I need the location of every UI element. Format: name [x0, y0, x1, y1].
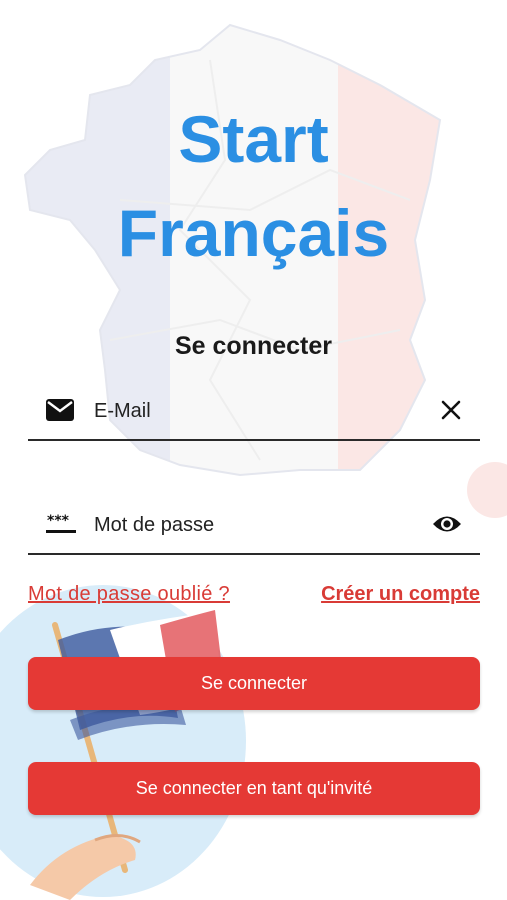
login-button[interactable]: Se connecter [28, 657, 480, 710]
flag-illustration [30, 610, 225, 900]
page-title: Se connecter [174, 332, 332, 360]
mail-icon [46, 399, 74, 426]
create-account-link[interactable]: Créer un compte [321, 583, 480, 606]
app-title-line2: Français [117, 196, 390, 270]
app-title-line1: Start [178, 102, 329, 176]
close-icon[interactable] [440, 399, 462, 426]
email-input[interactable] [92, 393, 416, 429]
forgot-password-link[interactable]: Mot de passe oublié ? [28, 583, 230, 606]
password-field-container: *** [28, 497, 480, 555]
svg-text:***: *** [47, 513, 70, 529]
eye-icon[interactable] [432, 513, 462, 540]
guest-login-button[interactable]: Se connecter en tant qu'invité [28, 762, 480, 815]
password-icon: *** [46, 513, 76, 540]
email-field-container [28, 383, 480, 441]
password-input[interactable] [92, 507, 416, 543]
